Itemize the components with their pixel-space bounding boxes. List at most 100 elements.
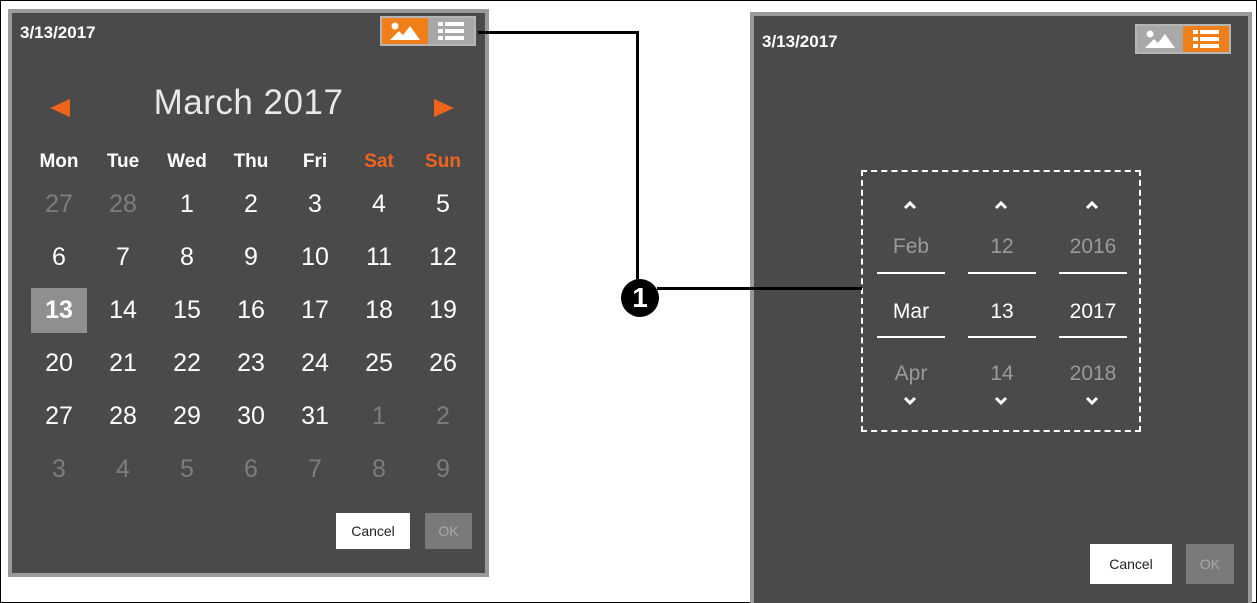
calendar-date-picker: 3/13/2017 March 2017 Mon Tue Wed Thu Fri Sat S…	[8, 9, 489, 577]
year-current[interactable]: 2017	[1053, 300, 1133, 324]
week-row: 27 28 1 2 3 4 5	[27, 178, 483, 231]
day-cell[interactable]: 22	[155, 337, 219, 390]
selected-date-title: 3/13/2017	[762, 32, 838, 51]
year-next[interactable]: 2018	[1053, 362, 1133, 386]
day-cell[interactable]: 23	[219, 337, 283, 390]
week-row: 27 28 29 30 31 1 2	[27, 390, 483, 443]
day-cell[interactable]: 19	[411, 284, 475, 337]
year-spinner: 2016 2017 2018	[1053, 172, 1133, 430]
mountain-image-icon	[1145, 30, 1175, 48]
divider	[877, 272, 945, 274]
list-icon	[1193, 30, 1219, 48]
week-row: 13 14 15 16 17 18 19	[27, 284, 483, 337]
day-cell-other-month[interactable]: 8	[347, 443, 411, 496]
day-cell[interactable]: 3	[283, 178, 347, 231]
cancel-button[interactable]: Cancel	[1090, 544, 1172, 584]
day-cell[interactable]: 11	[347, 231, 411, 284]
day-cell-other-month[interactable]: 5	[155, 443, 219, 496]
month-current[interactable]: Mar	[871, 300, 951, 324]
cancel-button[interactable]: Cancel	[336, 513, 410, 549]
ok-button[interactable]: OK	[1186, 544, 1234, 584]
day-cell[interactable]: 8	[155, 231, 219, 284]
month-spinner: Feb Mar Apr	[871, 172, 951, 430]
ok-button[interactable]: OK	[425, 513, 472, 549]
divider	[968, 336, 1036, 338]
chevron-down-icon[interactable]	[1085, 394, 1099, 408]
week-row: 6 7 8 9 10 11 12	[27, 231, 483, 284]
day-cell[interactable]: 5	[411, 178, 475, 231]
day-cell[interactable]: 28	[91, 390, 155, 443]
weekday-label: Wed	[167, 151, 207, 172]
month-year-title: March 2017	[153, 83, 344, 122]
day-cell[interactable]: 7	[91, 231, 155, 284]
day-cell-other-month[interactable]: 28	[91, 178, 155, 231]
day-cell-other-month[interactable]: 4	[91, 443, 155, 496]
day-cell[interactable]: 21	[91, 337, 155, 390]
divider	[968, 272, 1036, 274]
day-cell[interactable]: 15	[155, 284, 219, 337]
day-cell[interactable]: 31	[283, 390, 347, 443]
spinner-date-picker: 3/13/2017 Feb Mar Apr 12 13 14 2016 2017…	[750, 12, 1252, 603]
weekday-label: Tue	[106, 151, 140, 172]
day-cell[interactable]: 20	[27, 337, 91, 390]
day-cell[interactable]: 27	[27, 390, 91, 443]
year-prev[interactable]: 2016	[1053, 235, 1133, 259]
weekday-label: Sun	[425, 151, 461, 172]
weekday-label: Mon	[39, 151, 79, 172]
day-cell[interactable]: 17	[283, 284, 347, 337]
day-cell[interactable]: 29	[155, 390, 219, 443]
calendar-view-button[interactable]	[1137, 26, 1183, 52]
day-cell[interactable]: 2	[219, 178, 283, 231]
month-prev[interactable]: Feb	[871, 235, 951, 259]
date-spinner: Feb Mar Apr 12 13 14 2016 2017 2018	[861, 170, 1141, 432]
callout-connector	[636, 31, 639, 281]
calendar-view-button[interactable]	[382, 18, 428, 44]
day-cell[interactable]: 26	[411, 337, 475, 390]
day-spinner: 12 13 14	[962, 172, 1042, 430]
day-cell-other-month[interactable]: 3	[27, 443, 91, 496]
day-cell[interactable]: 25	[347, 337, 411, 390]
day-cell[interactable]: 18	[347, 284, 411, 337]
day-prev[interactable]: 12	[962, 235, 1042, 259]
divider	[1059, 336, 1127, 338]
day-cell[interactable]: 30	[219, 390, 283, 443]
mountain-image-icon	[390, 22, 420, 40]
day-cell-selected[interactable]: 13	[31, 288, 87, 333]
list-view-button[interactable]	[1183, 26, 1229, 52]
weekday-header-row: Mon Tue Wed Thu Fri Sat Sun	[27, 146, 483, 178]
day-cell[interactable]: 4	[347, 178, 411, 231]
day-cell-other-month[interactable]: 1	[347, 390, 411, 443]
day-cell[interactable]: 9	[219, 231, 283, 284]
day-cell-other-month[interactable]: 7	[283, 443, 347, 496]
day-next[interactable]: 14	[962, 362, 1042, 386]
day-cell[interactable]: 16	[219, 284, 283, 337]
view-toggle	[1135, 24, 1231, 54]
list-view-button[interactable]	[428, 18, 474, 44]
weekday-label: Fri	[302, 151, 328, 172]
day-cell-other-month[interactable]: 27	[27, 178, 91, 231]
month-next[interactable]: Apr	[871, 362, 951, 386]
day-current[interactable]: 13	[962, 300, 1042, 324]
day-cell-other-month[interactable]: 2	[411, 390, 475, 443]
chevron-up-icon[interactable]	[903, 198, 917, 212]
list-icon	[438, 22, 464, 40]
divider	[1059, 272, 1127, 274]
day-cell[interactable]: 6	[27, 231, 91, 284]
day-cell[interactable]: 1	[155, 178, 219, 231]
week-row: 3456789	[27, 443, 483, 496]
callout-connector	[657, 287, 862, 290]
day-cell[interactable]: 10	[283, 231, 347, 284]
next-month-button[interactable]	[434, 99, 454, 117]
weekday-label: Thu	[233, 151, 269, 172]
chevron-down-icon[interactable]	[994, 394, 1008, 408]
selected-date-title: 3/13/2017	[20, 23, 96, 42]
chevron-down-icon[interactable]	[903, 394, 917, 408]
day-cell[interactable]: 24	[283, 337, 347, 390]
day-cell-other-month[interactable]: 6	[219, 443, 283, 496]
chevron-up-icon[interactable]	[1085, 198, 1099, 212]
weekday-label: Sat	[364, 151, 394, 172]
day-cell-other-month[interactable]: 9	[411, 443, 475, 496]
day-cell[interactable]: 14	[91, 284, 155, 337]
chevron-up-icon[interactable]	[994, 198, 1008, 212]
day-cell[interactable]: 12	[411, 231, 475, 284]
